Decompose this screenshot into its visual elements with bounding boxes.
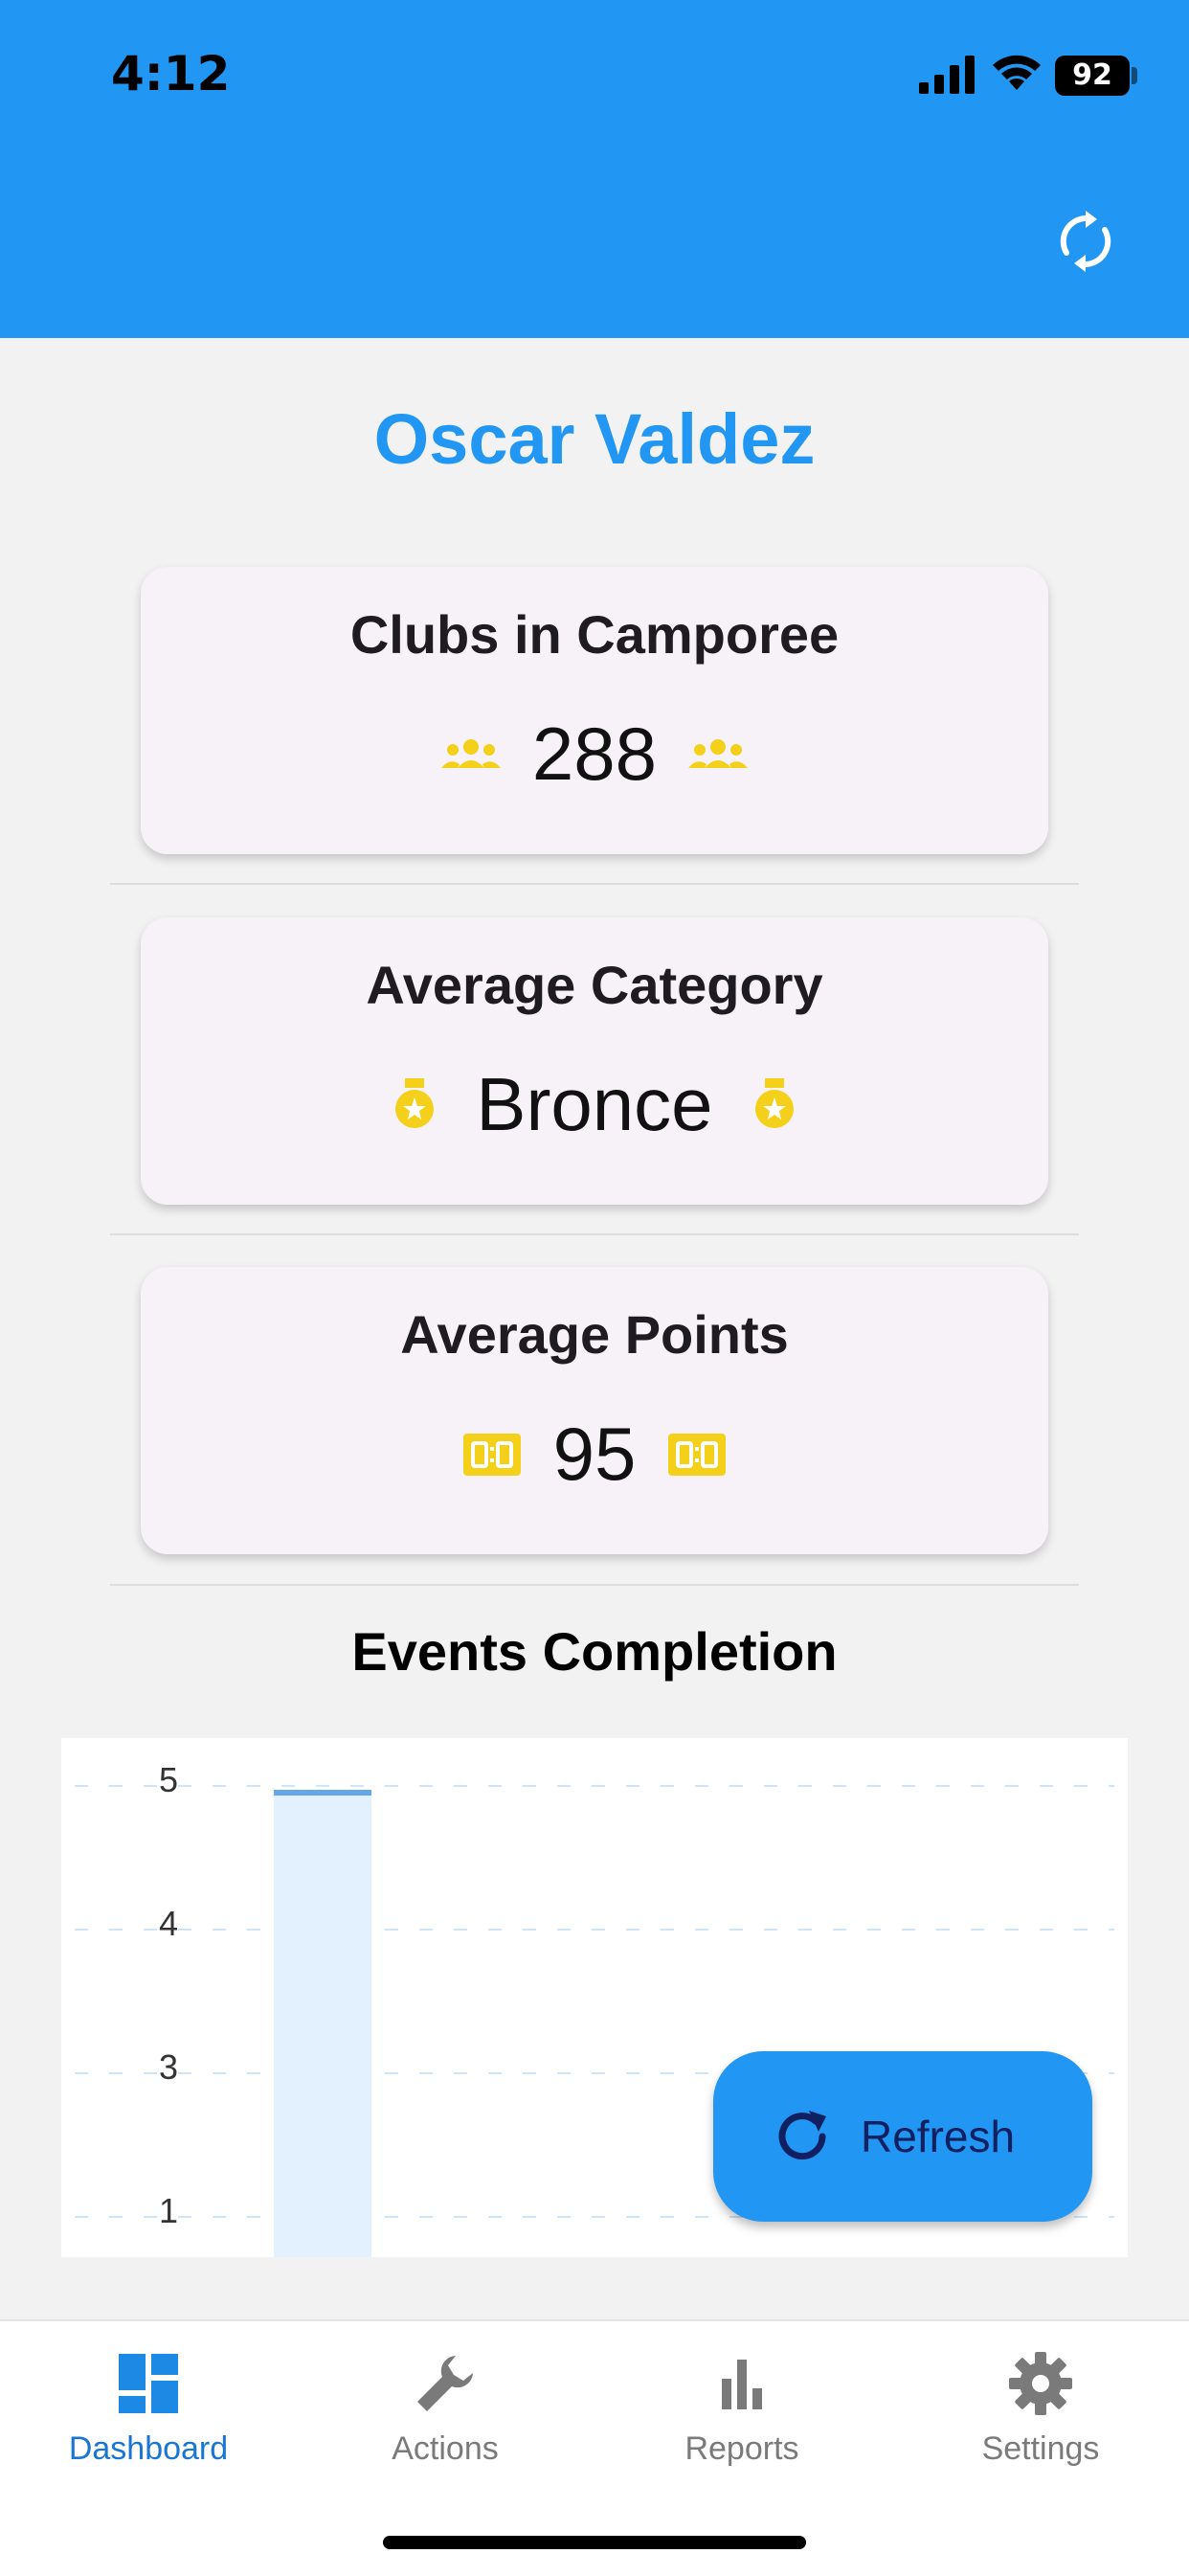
card-value: 95 (552, 1412, 637, 1496)
card-value: 288 (531, 712, 658, 796)
dashboard-icon (119, 2354, 178, 2413)
nav-label: Dashboard (68, 2430, 229, 2467)
card-title: Average Category (366, 955, 823, 1015)
chart-title: Events Completion (351, 1621, 838, 1682)
refresh-button[interactable]: Refresh (713, 2051, 1092, 2222)
card-title: Clubs in Camporee (349, 604, 840, 665)
status-time: 4:12 (111, 46, 231, 102)
clubs-card: Clubs in Camporee 288 (141, 567, 1048, 854)
wrench-icon (417, 2356, 473, 2411)
scoreboard-icon (668, 1433, 727, 1476)
nav-settings[interactable]: Settings (892, 2350, 1189, 2484)
page-title: Oscar Valdez (373, 399, 816, 479)
nav-label: Actions (392, 2430, 499, 2467)
home-indicator (383, 2536, 806, 2549)
chart-bar (274, 1790, 371, 2257)
medal-icon (754, 1077, 794, 1128)
y-tick-label: 4 (159, 1904, 178, 1943)
nav-reports[interactable]: Reports (594, 2350, 890, 2484)
refresh-label: Refresh (861, 2112, 1016, 2161)
cellular-signal-icon (919, 56, 975, 94)
battery-tip (1132, 67, 1137, 84)
card-title: Average Points (400, 1304, 789, 1365)
nav-dashboard[interactable]: Dashboard (0, 2350, 297, 2484)
app-bar: 4:12 92 (0, 0, 1189, 338)
medal-icon (395, 1077, 435, 1128)
y-tick-label: 3 (159, 2047, 178, 2087)
sync-icon[interactable] (1057, 211, 1114, 272)
refresh-icon (778, 2111, 826, 2160)
bar-chart-icon (722, 2360, 762, 2409)
divider (110, 1584, 1079, 1586)
scoreboard-icon (462, 1433, 521, 1476)
y-tick-label: 1 (159, 2191, 178, 2230)
gear-icon (1009, 2352, 1072, 2415)
nav-label: Reports (684, 2430, 799, 2467)
y-tick-label: 5 (159, 1760, 178, 1799)
chart-bar-top (274, 1790, 371, 1796)
wifi-icon (993, 55, 1041, 90)
nav-actions[interactable]: Actions (297, 2350, 594, 2484)
groups-icon (440, 738, 501, 768)
battery-indicator: 92 (1055, 56, 1130, 96)
divider (110, 883, 1079, 885)
nav-label: Settings (981, 2430, 1100, 2467)
divider (110, 1233, 1079, 1235)
category-card: Average Category Bronce (141, 917, 1048, 1205)
groups-icon (688, 738, 749, 768)
card-value: Bronce (476, 1062, 713, 1146)
points-card: Average Points 95 (141, 1267, 1048, 1554)
